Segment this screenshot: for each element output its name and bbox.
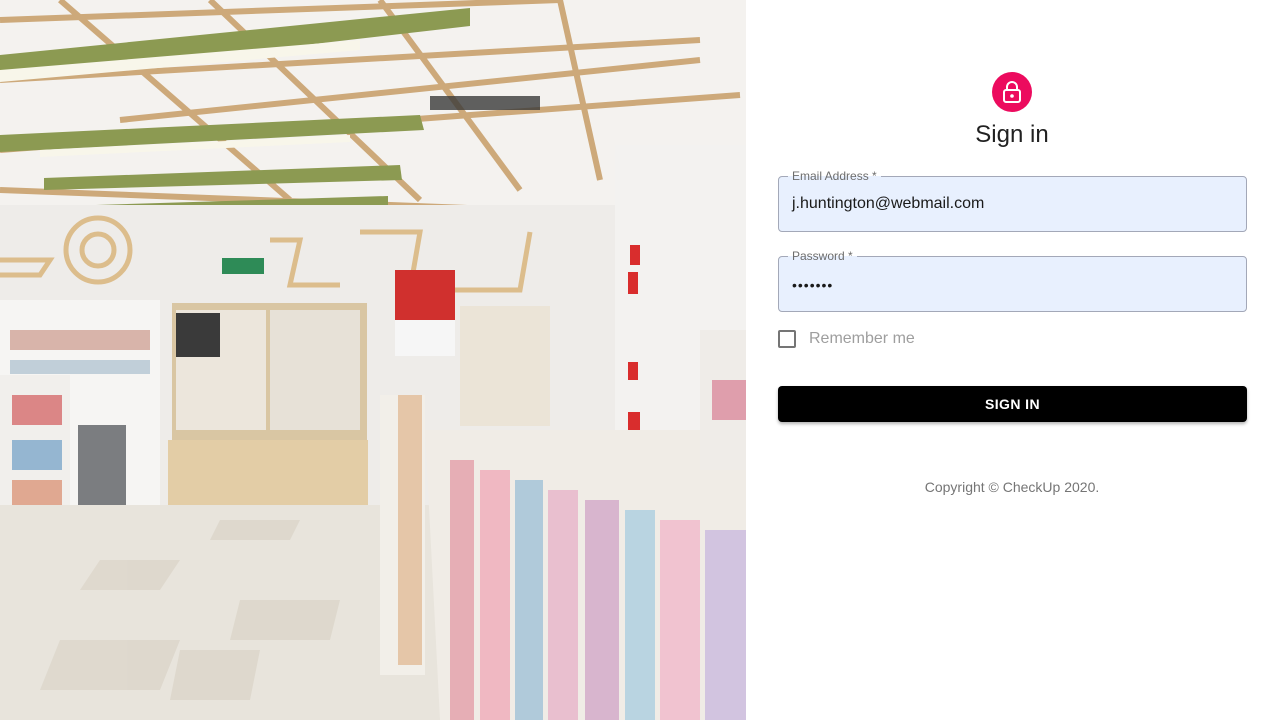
remember-label: Remember me (809, 330, 915, 347)
login-page: Sign in Email Address * j.huntington@web… (0, 0, 1278, 720)
password-label: Password * (788, 248, 857, 264)
store-interior-illustration (0, 0, 746, 720)
page-title: Sign in (975, 121, 1049, 148)
email-label: Email Address * (788, 168, 881, 184)
email-input[interactable]: j.huntington@webmail.com (792, 194, 984, 214)
signin-panel: Sign in Email Address * j.huntington@web… (746, 0, 1278, 720)
remember-me[interactable]: Remember me (778, 330, 915, 348)
email-field[interactable]: Email Address * j.huntington@webmail.com (778, 168, 1247, 232)
remember-checkbox[interactable] (778, 330, 796, 348)
signin-button[interactable]: SIGN IN (778, 386, 1247, 422)
password-field[interactable]: Password * ••••••• (778, 248, 1247, 312)
hero-image (0, 0, 746, 720)
lock-avatar (992, 72, 1032, 112)
copyright-text: Copyright © CheckUp 2020. (924, 479, 1100, 495)
lock-icon (1002, 81, 1022, 103)
password-input[interactable]: ••••••• (792, 275, 833, 295)
